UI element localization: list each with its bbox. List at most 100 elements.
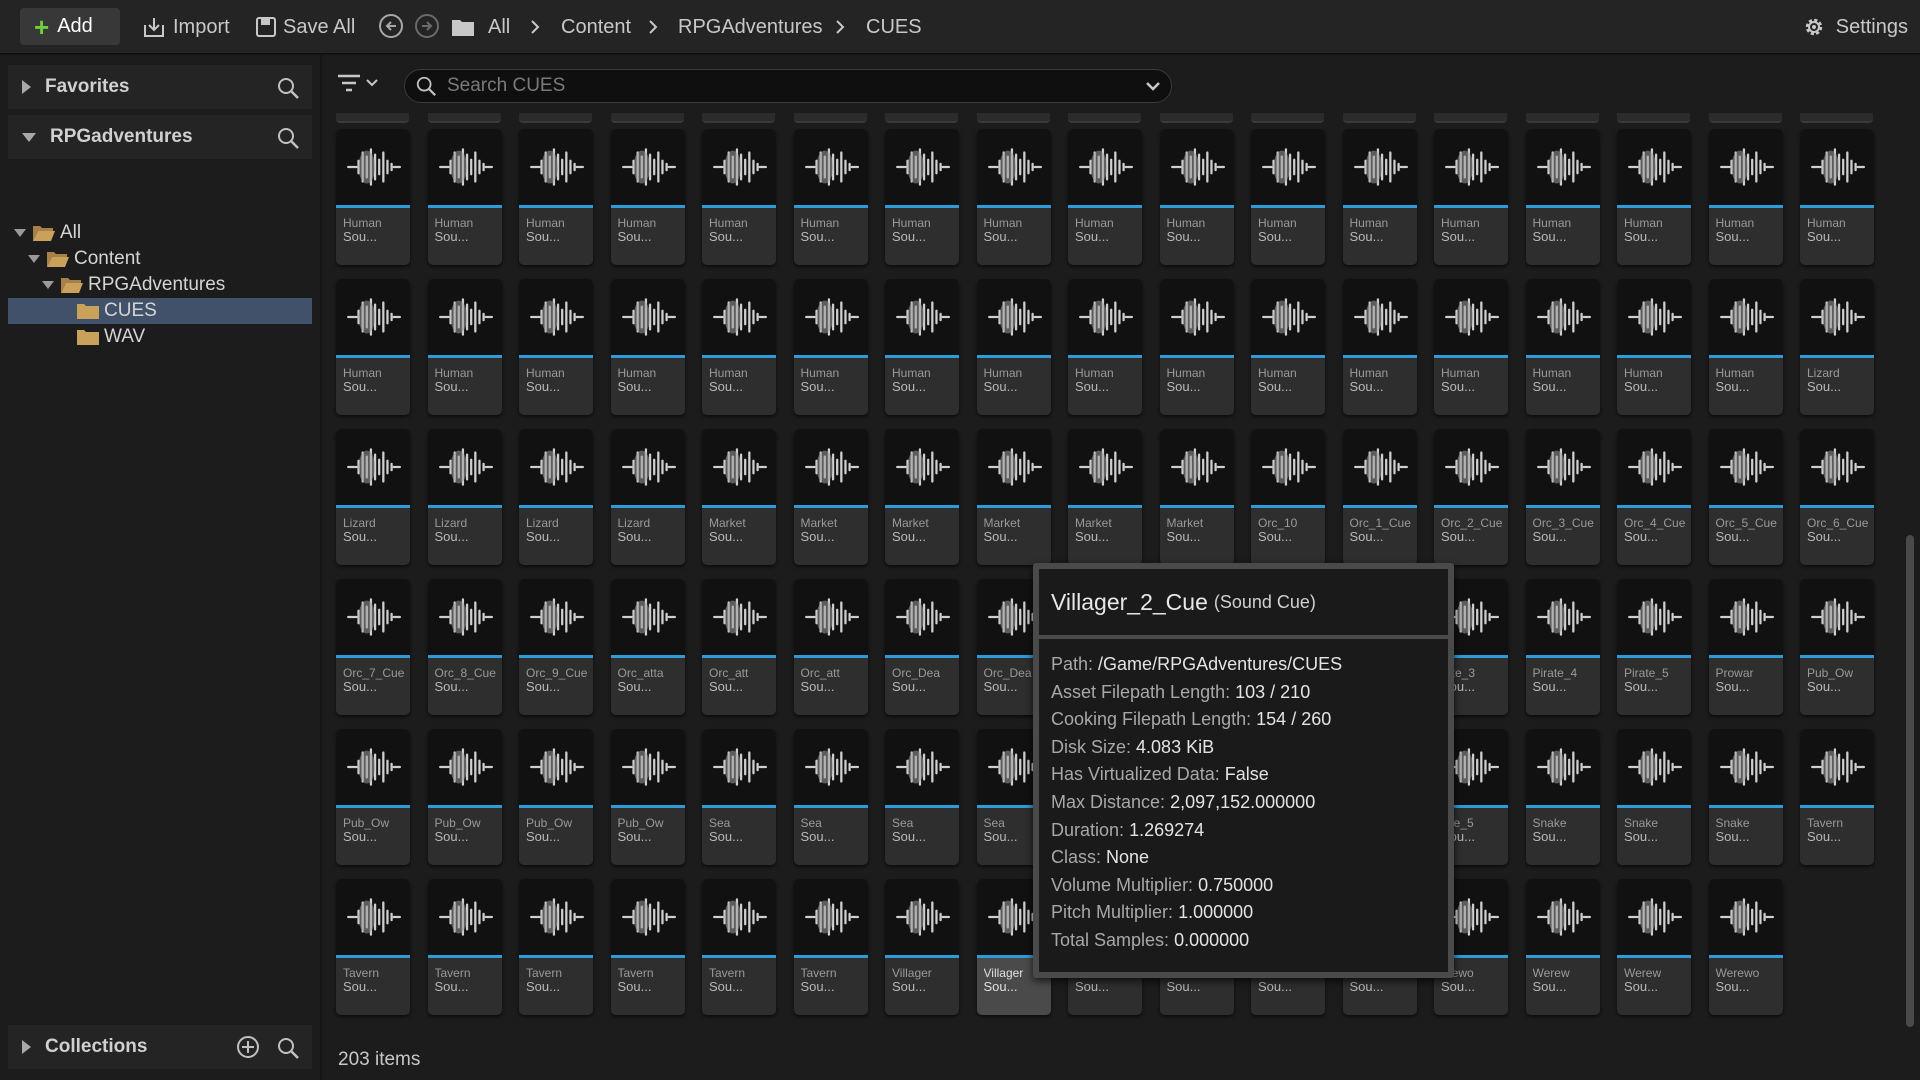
add-circle-icon[interactable]	[236, 1035, 260, 1059]
asset-tile[interactable]: Human Sou...	[793, 279, 868, 415]
asset-tile[interactable]: Tavern Sou...	[793, 879, 868, 1015]
asset-tile[interactable]: Market Sou...	[793, 429, 868, 565]
asset-tile[interactable]: Human Sou...	[1068, 279, 1142, 415]
add-button[interactable]: + Add	[20, 8, 120, 45]
asset-tile[interactable]: Pub_Ow Sou...	[519, 729, 593, 865]
asset-tile[interactable]: Villager Sou...	[885, 879, 959, 1015]
favorites-header[interactable]: Favorites	[8, 65, 312, 109]
tree-item-wav[interactable]: WAV	[8, 324, 312, 350]
asset-tile[interactable]: Orc_4_Cue Sou...	[1617, 429, 1691, 565]
asset-tile[interactable]: Pirate_4 Sou...	[1525, 579, 1600, 715]
asset-tile[interactable]: Sea Sou...	[885, 729, 959, 865]
asset-tile[interactable]: Tavern Sou...	[427, 879, 502, 1015]
asset-tile[interactable]: Human Sou...	[976, 279, 1051, 415]
search-icon[interactable]	[276, 76, 300, 100]
asset-tile[interactable]: Human Sou...	[1617, 129, 1691, 265]
asset-tile[interactable]: Orc_5_Cue Sou...	[1708, 429, 1783, 565]
asset-tile[interactable]: Orc_6_Cue Sou...	[1800, 429, 1874, 565]
search-bar[interactable]	[404, 69, 1172, 103]
filter-button[interactable]	[338, 73, 382, 98]
asset-tile[interactable]: Snake Sou...	[1617, 729, 1691, 865]
asset-tile[interactable]: Human Sou...	[519, 129, 593, 265]
asset-tile[interactable]: Lizard Sou...	[519, 429, 593, 565]
asset-tile[interactable]: Market Sou...	[885, 429, 959, 565]
asset-tile[interactable]: Lizard Sou...	[427, 429, 502, 565]
asset-tile[interactable]: Market Sou...	[1068, 429, 1142, 565]
asset-tile[interactable]: Tavern Sou...	[610, 879, 685, 1015]
asset-tile[interactable]: Sea Sou...	[702, 729, 776, 865]
asset-tile[interactable]: Human Sou...	[885, 279, 959, 415]
asset-tile[interactable]: Pub_Ow Sou...	[427, 729, 502, 865]
asset-tile[interactable]: Human Sou...	[1251, 129, 1325, 265]
asset-tile[interactable]: Werewo Sou...	[1708, 879, 1783, 1015]
asset-tile[interactable]: Pub_Ow Sou...	[336, 729, 410, 865]
asset-tile[interactable]: Pirate_5 Sou...	[1617, 579, 1691, 715]
asset-tile[interactable]: Snake Sou...	[1525, 729, 1600, 865]
asset-tile[interactable]: Human Sou...	[1342, 279, 1417, 415]
breadcrumb-content[interactable]: Content	[561, 14, 631, 40]
settings-button[interactable]: Settings	[1802, 12, 1908, 42]
scrollbar[interactable]	[1906, 535, 1914, 1027]
asset-tile[interactable]: Orc_atta Sou...	[610, 579, 685, 715]
project-header[interactable]: RPGadventures	[8, 115, 312, 159]
asset-tile[interactable]: Human Sou...	[610, 129, 685, 265]
import-button[interactable]: Import	[142, 10, 230, 44]
asset-tile[interactable]: Human Sou...	[702, 129, 776, 265]
save-all-button[interactable]: Save All	[256, 10, 355, 44]
asset-tile[interactable]: Market Sou...	[702, 429, 776, 565]
asset-tile[interactable]: Orc_att Sou...	[702, 579, 776, 715]
asset-tile[interactable]: Sea Sou...	[793, 729, 868, 865]
collections-header[interactable]: Collections	[8, 1025, 312, 1069]
asset-tile[interactable]: Lizard Sou...	[336, 429, 410, 565]
asset-tile[interactable]: Lizard Sou...	[1800, 279, 1874, 415]
chevron-down-icon[interactable]	[1145, 80, 1161, 92]
asset-tile[interactable]: Human Sou...	[1708, 129, 1783, 265]
tree-item-cues[interactable]: CUES	[8, 298, 312, 324]
asset-tile[interactable]: Werew Sou...	[1617, 879, 1691, 1015]
asset-tile[interactable]: Human Sou...	[1434, 129, 1508, 265]
search-input[interactable]	[447, 75, 1107, 97]
asset-tile[interactable]: Market Sou...	[976, 429, 1051, 565]
asset-tile[interactable]: Snake Sou...	[1708, 729, 1783, 865]
asset-tile[interactable]: Werew Sou...	[1525, 879, 1600, 1015]
asset-tile[interactable]: Orc_10 Sou...	[1251, 429, 1325, 565]
tree-item-content[interactable]: Content	[8, 246, 312, 272]
asset-tile[interactable]: Pub_Ow Sou...	[610, 729, 685, 865]
asset-tile[interactable]: Human Sou...	[1342, 129, 1417, 265]
breadcrumb-rpgadventures[interactable]: RPGAdventures	[678, 14, 823, 40]
asset-tile[interactable]: Orc_1_Cue Sou...	[1342, 429, 1417, 565]
asset-tile[interactable]: Human Sou...	[1617, 279, 1691, 415]
asset-tile[interactable]: Human Sou...	[1159, 279, 1234, 415]
asset-tile[interactable]: Human Sou...	[1525, 129, 1600, 265]
asset-tile[interactable]: Prowar Sou...	[1708, 579, 1783, 715]
forward-button[interactable]	[415, 14, 439, 38]
asset-tile[interactable]: Orc_7_Cue Sou...	[336, 579, 410, 715]
asset-tile[interactable]: Human Sou...	[1251, 279, 1325, 415]
asset-tile[interactable]: Orc_8_Cue Sou...	[427, 579, 502, 715]
asset-tile[interactable]: Human Sou...	[336, 129, 410, 265]
asset-tile[interactable]: Lizard Sou...	[610, 429, 685, 565]
asset-tile[interactable]: Pub_Ow Sou...	[1800, 579, 1874, 715]
asset-tile[interactable]: Human Sou...	[1159, 129, 1234, 265]
asset-tile[interactable]: Tavern Sou...	[336, 879, 410, 1015]
asset-tile[interactable]: Human Sou...	[336, 279, 410, 415]
breadcrumb-all[interactable]: All	[488, 14, 510, 40]
asset-tile[interactable]: Orc_att Sou...	[793, 579, 868, 715]
asset-tile[interactable]: Human Sou...	[427, 279, 502, 415]
asset-tile[interactable]: Human Sou...	[1068, 129, 1142, 265]
asset-tile[interactable]: Human Sou...	[793, 129, 868, 265]
asset-tile[interactable]: Human Sou...	[519, 279, 593, 415]
asset-tile[interactable]: Human Sou...	[885, 129, 959, 265]
breadcrumb-cues[interactable]: CUES	[866, 14, 922, 40]
asset-tile[interactable]: Orc_3_Cue Sou...	[1525, 429, 1600, 565]
asset-tile[interactable]: Market Sou...	[1159, 429, 1234, 565]
asset-tile[interactable]: Human Sou...	[1708, 279, 1783, 415]
asset-tile[interactable]: Human Sou...	[610, 279, 685, 415]
asset-tile[interactable]: Tavern Sou...	[702, 879, 776, 1015]
asset-tile[interactable]: Human Sou...	[976, 129, 1051, 265]
asset-tile[interactable]: Human Sou...	[702, 279, 776, 415]
tree-item-rpgadventures[interactable]: RPGAdventures	[8, 272, 312, 298]
asset-tile[interactable]: Tavern Sou...	[519, 879, 593, 1015]
folder-icon[interactable]	[451, 17, 475, 37]
asset-tile[interactable]: Orc_2_Cue Sou...	[1434, 429, 1508, 565]
